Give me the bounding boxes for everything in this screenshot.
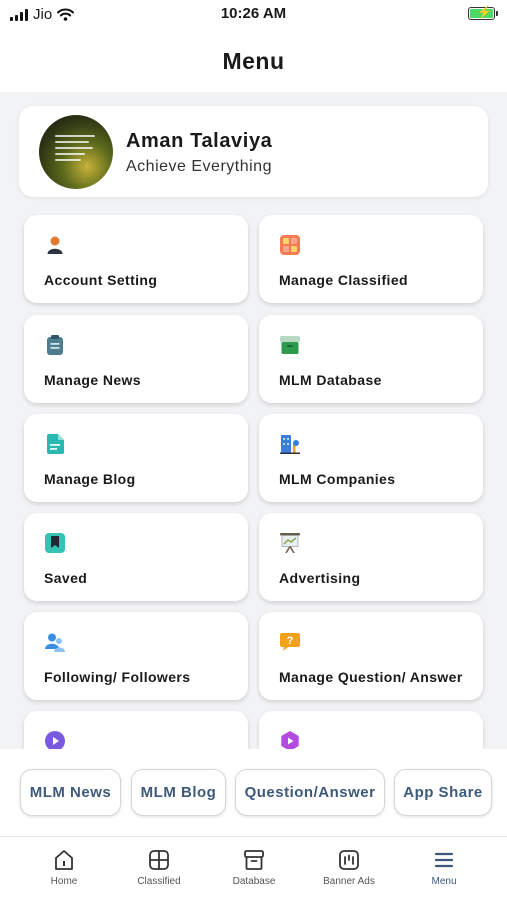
app-share-button[interactable]: App Share — [394, 769, 492, 816]
archive-icon — [244, 850, 264, 870]
quick-links-bar: MLM News MLM Blog Question/Answer App Sh… — [0, 749, 507, 836]
question-answer-button[interactable]: Question/Answer — [235, 769, 385, 816]
clipboard-icon — [47, 335, 63, 355]
profile-subtitle: Achieve Everything — [126, 158, 272, 175]
menu-item-label: Manage Blog — [44, 471, 136, 487]
tab-label: Banner Ads — [323, 876, 375, 887]
menu-item-play[interactable] — [24, 711, 248, 749]
grid-icon — [280, 235, 300, 255]
grid-icon — [149, 850, 169, 870]
menu-item-account-setting[interactable]: Account Setting — [24, 215, 248, 303]
page-title: Menu — [222, 48, 285, 74]
bookmark-icon — [45, 533, 65, 553]
home-icon — [55, 850, 73, 870]
document-icon — [47, 434, 64, 454]
tab-banner-ads[interactable]: Banner Ads — [309, 849, 389, 887]
menu-item-label: Manage News — [44, 372, 141, 388]
banner-icon — [339, 850, 359, 870]
menu-grid: Account Setting Manage Classified Manage… — [0, 213, 507, 749]
menu-item-manage-classified[interactable]: Manage Classified — [259, 215, 483, 303]
menu-icon — [434, 852, 454, 868]
menu-item-manage-question-answer[interactable]: ? Manage Question/ Answer — [259, 612, 483, 700]
avatar — [39, 115, 113, 189]
play-icon — [45, 731, 65, 749]
tab-database[interactable]: Database — [214, 849, 294, 887]
menu-item-mlm-database[interactable]: MLM Database — [259, 315, 483, 403]
menu-item-following-followers[interactable]: Following/ Followers — [24, 612, 248, 700]
tab-classified[interactable]: Classified — [119, 849, 199, 887]
tab-menu[interactable]: Menu — [404, 849, 484, 887]
video-icon — [281, 731, 299, 749]
menu-item-video[interactable] — [259, 711, 483, 749]
menu-item-label: MLM Database — [279, 372, 382, 388]
mlm-news-button[interactable]: MLM News — [20, 769, 121, 816]
archive-icon — [280, 336, 300, 354]
status-time: 10:26 AM — [220, 5, 287, 22]
page-header: Menu — [0, 30, 507, 92]
menu-item-label: MLM Companies — [279, 471, 396, 487]
charging-bolt-icon: ⚡ — [477, 5, 492, 19]
tab-label: Database — [232, 876, 276, 887]
tab-label: Classified — [137, 876, 181, 887]
menu-item-label: Manage Classified — [279, 272, 408, 288]
profile-name: Aman Talaviya — [126, 130, 273, 152]
menu-item-label: Advertising — [279, 570, 361, 586]
bottom-tab-bar: Home Classified Database Banner Ads Menu — [0, 836, 507, 900]
building-icon — [280, 435, 300, 454]
battery-icon: ⚡ — [468, 5, 498, 20]
menu-item-mlm-companies[interactable]: MLM Companies — [259, 414, 483, 502]
menu-item-label: Following/ Followers — [44, 669, 191, 685]
menu-item-label: Account Setting — [44, 272, 158, 288]
question-bubble-icon: ? — [280, 633, 300, 651]
profile-card[interactable]: Aman Talaviya Achieve Everything — [19, 106, 488, 197]
tab-label: Menu — [431, 876, 457, 887]
tab-home[interactable]: Home — [24, 849, 104, 887]
users-icon — [45, 633, 65, 652]
menu-item-manage-blog[interactable]: Manage Blog — [24, 414, 248, 502]
menu-item-saved[interactable]: Saved — [24, 513, 248, 601]
menu-item-manage-news[interactable]: Manage News — [24, 315, 248, 403]
tab-label: Home — [50, 876, 78, 887]
menu-item-label: Saved — [44, 570, 88, 586]
status-bar: Jio 10:26 AM ⚡ — [0, 0, 507, 30]
svg-text:?: ? — [287, 635, 294, 647]
menu-item-label: Manage Question/ Answer — [279, 669, 463, 685]
person-icon — [47, 236, 63, 254]
presentation-icon — [280, 533, 300, 553]
mlm-blog-button[interactable]: MLM Blog — [131, 769, 226, 816]
menu-item-advertising[interactable]: Advertising — [259, 513, 483, 601]
